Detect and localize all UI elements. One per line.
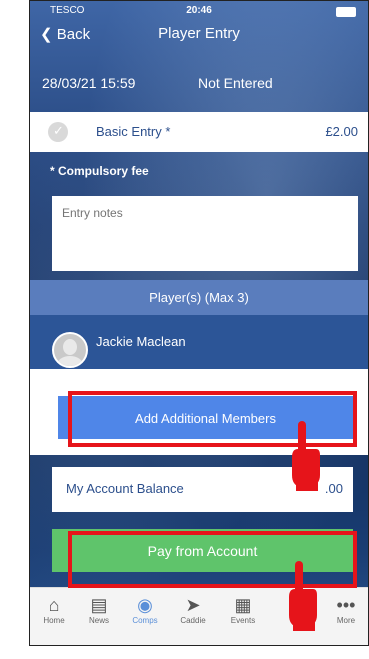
navigation-bar: ❮ Back Player Entry bbox=[30, 21, 368, 47]
member-name: Jackie Maclean bbox=[96, 334, 186, 349]
tab-caddie[interactable]: ➤ Caddie bbox=[173, 594, 213, 625]
fee-price: £2.00 bbox=[325, 124, 358, 139]
tab-label: Caddie bbox=[180, 616, 206, 625]
balance-value: .00 bbox=[324, 481, 343, 496]
players-header: Player(s) (Max 3) bbox=[30, 280, 368, 315]
caddie-icon: ➤ bbox=[185, 595, 201, 615]
phone-screen: TESCO 20:46 ❮ Back Player Entry 28/03/21… bbox=[29, 0, 369, 646]
fee-label: Basic Entry * bbox=[96, 124, 171, 139]
tab-label: More bbox=[336, 616, 356, 625]
calendar-icon: ▦ bbox=[234, 595, 252, 615]
tab-label: Comps bbox=[132, 616, 158, 625]
tab-home[interactable]: ⌂ Home bbox=[34, 594, 74, 625]
checkmark-icon[interactable] bbox=[48, 122, 68, 142]
avatar bbox=[52, 332, 88, 368]
compulsory-note: * Compulsory fee bbox=[50, 164, 149, 178]
entry-status: Not Entered bbox=[198, 75, 273, 91]
status-time: 20:46 bbox=[186, 5, 212, 16]
entry-datetime: 28/03/21 15:59 bbox=[42, 75, 136, 91]
news-icon: ▤ bbox=[90, 595, 108, 615]
home-icon: ⌂ bbox=[48, 595, 60, 615]
tab-news[interactable]: ▤ News bbox=[79, 594, 119, 625]
status-bar: TESCO 20:46 bbox=[30, 1, 368, 21]
fee-row[interactable]: Basic Entry * £2.00 bbox=[30, 112, 368, 152]
balance-label: My Account Balance bbox=[66, 481, 184, 496]
medal-icon: ◉ bbox=[137, 595, 153, 615]
battery-icon bbox=[336, 7, 356, 17]
page-title: Player Entry bbox=[158, 25, 240, 42]
pointing-hand-icon bbox=[289, 561, 317, 631]
more-icon: ••• bbox=[336, 595, 356, 615]
tab-more[interactable]: ••• More bbox=[326, 594, 366, 625]
tab-events[interactable]: ▦ Events bbox=[223, 594, 263, 625]
tab-label: Home bbox=[43, 616, 65, 625]
pointing-hand-icon bbox=[292, 421, 320, 491]
tab-label: Events bbox=[230, 616, 256, 625]
member-row[interactable]: Jackie Maclean bbox=[30, 315, 368, 369]
tab-label: News bbox=[88, 616, 109, 625]
entry-notes-input[interactable] bbox=[52, 196, 358, 271]
tab-comps[interactable]: ◉ Comps bbox=[125, 594, 165, 625]
